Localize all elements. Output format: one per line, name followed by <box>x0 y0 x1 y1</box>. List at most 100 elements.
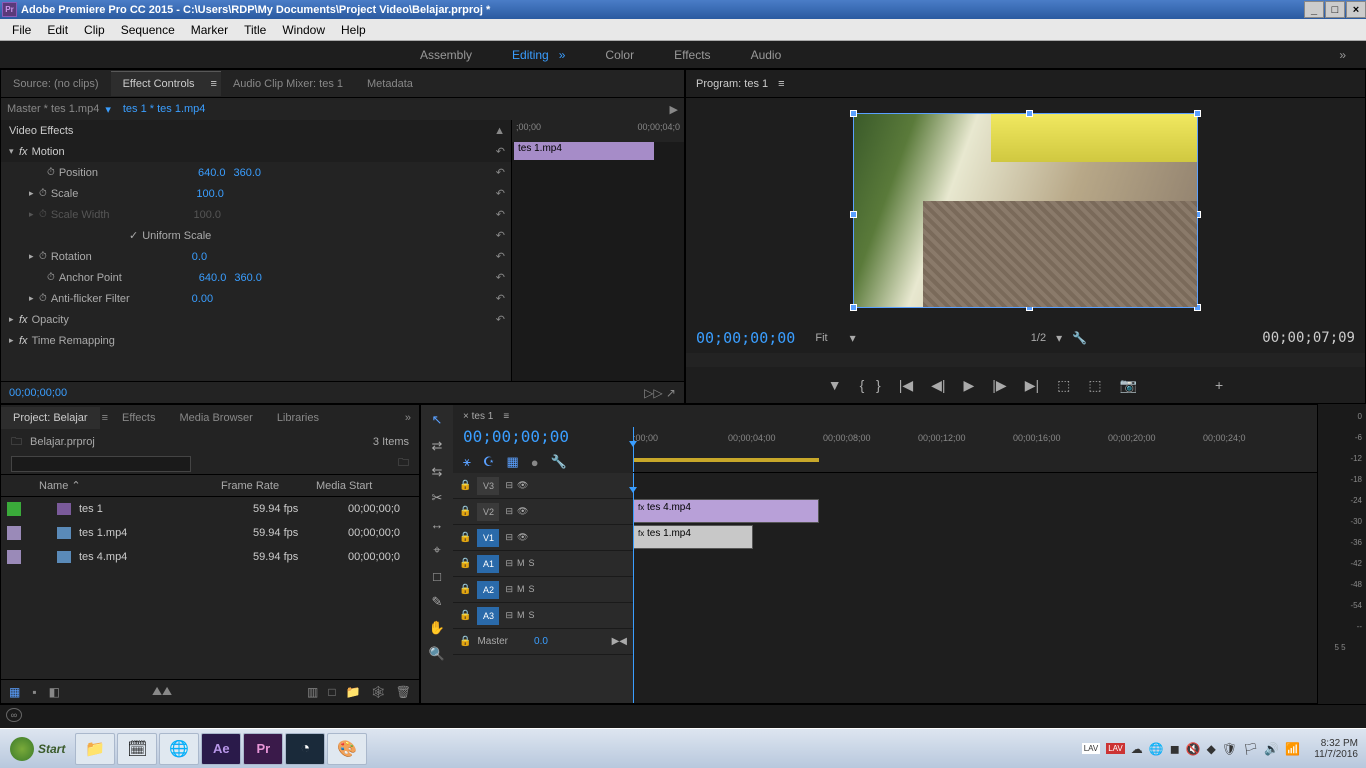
mute-icon[interactable]: M <box>517 610 525 621</box>
track-a2[interactable]: 🔒A2⊟MS <box>453 577 633 603</box>
menu-file[interactable]: File <box>4 21 39 39</box>
list-item[interactable]: tes 4.mp459.94 fps00;00;00;0 <box>1 545 419 569</box>
freeform-view-icon[interactable]: ◧ <box>49 685 60 699</box>
tab-metadata[interactable]: Metadata <box>355 72 425 96</box>
stopwatch-icon[interactable]: ⏱ <box>39 293 47 304</box>
automate-icon[interactable]: ▥ <box>307 685 318 699</box>
mute-icon[interactable]: M <box>517 584 525 595</box>
timeline-timecode[interactable]: 00;00;00;00 <box>453 427 633 451</box>
eye-icon[interactable]: 👁 <box>517 506 528 517</box>
tab-effects[interactable]: Effects <box>110 407 167 429</box>
workspace-assembly[interactable]: Assembly <box>420 48 472 62</box>
time-remapping-effect[interactable]: ▸fxTime Remapping <box>1 330 511 351</box>
menu-help[interactable]: Help <box>333 21 374 39</box>
list-item[interactable]: tes 1.mp459.94 fps00;00;00;0 <box>1 521 419 545</box>
wrench-icon[interactable]: 🔧 <box>551 454 567 470</box>
type-tool-icon[interactable]: ✎ <box>425 591 449 613</box>
taskbar-premiere[interactable]: Pr <box>243 733 283 765</box>
zoom-tool-icon[interactable]: 🔍 <box>425 643 449 665</box>
tab-source[interactable]: Source: (no clips) <box>1 72 111 96</box>
position-y[interactable]: 360.0 <box>233 167 261 179</box>
filter-icon[interactable]: 🗀 <box>398 454 409 473</box>
tray-lav-icon[interactable]: LAV <box>1106 743 1125 754</box>
taskbar-clock[interactable]: 8:32 PM11/7/2016 <box>1314 738 1358 760</box>
handle-br[interactable] <box>1194 304 1201 311</box>
stopwatch-icon[interactable]: ⏱ <box>39 251 47 262</box>
label-swatch[interactable] <box>7 550 21 564</box>
program-tab[interactable]: Program: tes 1 <box>696 78 768 90</box>
button-editor-icon[interactable]: + <box>1215 377 1223 393</box>
menu-sequence[interactable]: Sequence <box>113 21 183 39</box>
marker-icon[interactable]: ▼ <box>828 377 842 393</box>
reset-icon[interactable]: ↶ <box>496 313 505 326</box>
expand-icon[interactable]: ▶◀ <box>612 636 627 647</box>
workspace-menu-icon[interactable]: » <box>559 48 566 62</box>
reset-icon[interactable]: ↶ <box>496 145 505 158</box>
lock-icon[interactable]: 🔒 <box>459 636 471 647</box>
go-to-out-icon[interactable]: ▶| <box>1025 377 1039 394</box>
sync-icon[interactable]: ⊟ <box>505 558 513 569</box>
section-toggle-icon[interactable]: ▲ <box>494 125 505 137</box>
taskbar-explorer[interactable]: 📁 <box>75 733 115 765</box>
clip-link[interactable]: tes 1 * tes 1.mp4 <box>123 103 206 115</box>
tray-icon[interactable]: 🏳 <box>1243 742 1258 756</box>
tab-overflow-icon[interactable]: » <box>405 412 419 424</box>
col-media-start[interactable]: Media Start <box>316 480 419 492</box>
workspace-audio[interactable]: Audio <box>751 48 782 62</box>
lock-icon[interactable]: 🔒 <box>459 480 471 491</box>
lock-icon[interactable]: 🔒 <box>459 584 471 595</box>
work-area-bar[interactable] <box>633 458 819 462</box>
reset-icon[interactable]: ↶ <box>496 292 505 305</box>
tray-icon[interactable]: 🛡 <box>1222 742 1237 756</box>
settings-icon[interactable]: ● <box>531 455 539 470</box>
menu-marker[interactable]: Marker <box>183 21 236 39</box>
go-to-in-icon[interactable]: |◀ <box>899 377 913 394</box>
search-input[interactable] <box>11 456 191 472</box>
clip-dropdown-icon[interactable]: ▾ <box>105 103 111 116</box>
anchor-y[interactable]: 360.0 <box>234 272 262 284</box>
sync-icon[interactable]: ⊟ <box>505 610 513 621</box>
eye-icon[interactable]: 👁 <box>517 532 528 543</box>
program-video-frame[interactable] <box>853 113 1198 308</box>
ripple-tool-icon[interactable]: ⇆ <box>425 461 449 483</box>
tray-icon[interactable]: ◆ <box>1207 742 1216 756</box>
minimize-button[interactable]: _ <box>1304 1 1324 18</box>
new-bin-icon[interactable]: 📁 <box>346 685 361 699</box>
tab-menu-icon[interactable]: ≡ <box>100 407 110 429</box>
zoom-fit-dropdown[interactable]: Fit <box>815 332 827 344</box>
track-v2[interactable]: 🔒V2⊟👁 <box>453 499 633 525</box>
sequence-tab[interactable]: × tes 1 <box>463 411 493 422</box>
handle-tr[interactable] <box>1194 110 1201 117</box>
tray-icon[interactable]: ◼ <box>1170 742 1180 756</box>
start-button[interactable]: Start <box>0 737 75 761</box>
tab-effect-controls[interactable]: Effect Controls <box>111 71 207 96</box>
handle-ml[interactable] <box>850 211 857 218</box>
taskbar-calendar[interactable]: 🗓 <box>117 733 157 765</box>
sync-icon[interactable]: ⊟ <box>505 584 513 595</box>
workspace-editing[interactable]: Editing <box>512 48 549 62</box>
eye-icon[interactable]: 👁 <box>517 480 528 491</box>
handle-tm[interactable] <box>1026 110 1033 117</box>
tray-network-icon[interactable]: 📶 <box>1285 742 1300 756</box>
find-icon[interactable]: □ <box>328 685 335 699</box>
tray-icon[interactable]: 🔇 <box>1186 742 1201 756</box>
snap-icon[interactable]: ⚹ <box>463 454 471 470</box>
marker-icon[interactable]: ▦ <box>506 454 518 470</box>
export-frame-icon[interactable]: 📷 <box>1120 377 1137 394</box>
step-forward-icon[interactable]: |▶ <box>992 377 1006 394</box>
stopwatch-icon[interactable]: ⏱ <box>47 272 55 283</box>
handle-mr[interactable] <box>1194 211 1201 218</box>
tab-libraries[interactable]: Libraries <box>265 407 331 429</box>
clip-v1[interactable]: fx tes 1.mp4 <box>633 525 753 549</box>
lock-icon[interactable]: 🔒 <box>459 558 471 569</box>
taskbar-chrome[interactable]: 🌐 <box>159 733 199 765</box>
playhead[interactable] <box>633 427 634 472</box>
label-swatch[interactable] <box>7 526 21 540</box>
close-button[interactable]: × <box>1346 1 1366 18</box>
timeline-area[interactable]: fx tes 4.mp4 fx tes 1.mp4 <box>633 473 1317 703</box>
solo-icon[interactable]: S <box>529 610 535 621</box>
tray-icon[interactable]: 🌐 <box>1149 742 1164 756</box>
list-view-icon[interactable]: ▦ <box>9 685 20 699</box>
dropdown-icon[interactable]: ▾ <box>1056 331 1062 345</box>
lock-icon[interactable]: 🔒 <box>459 532 471 543</box>
